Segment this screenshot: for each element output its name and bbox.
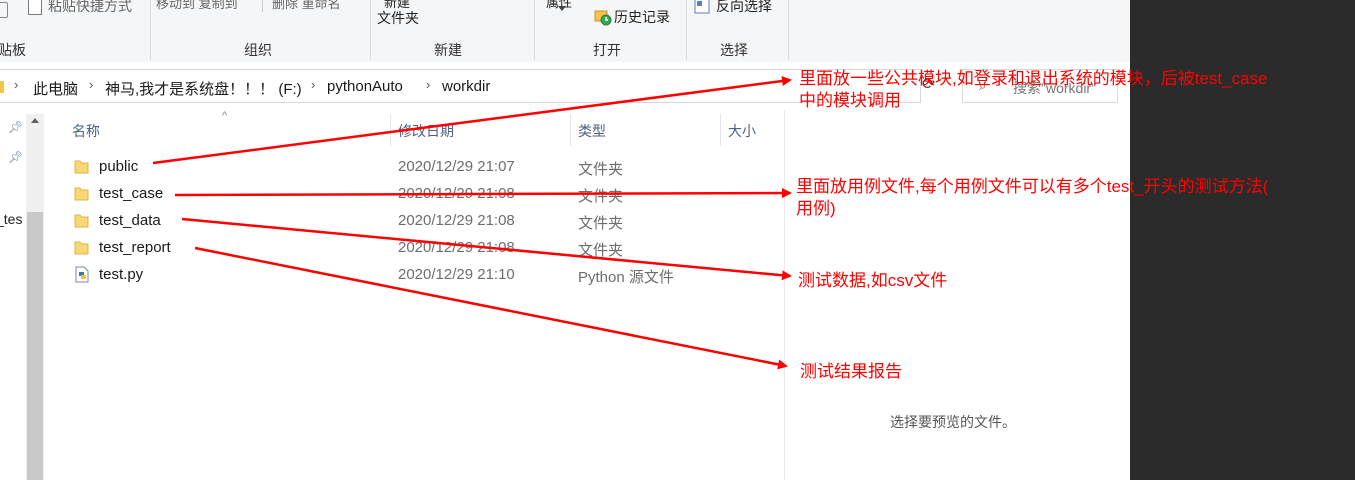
annotation-line: 中的模块调用 bbox=[799, 91, 901, 110]
annotation-line: 里面放用例文件,每个用例文件可以有多个test_开头的测试方法( bbox=[796, 177, 1269, 196]
annotation-arrow-test-case bbox=[174, 188, 792, 199]
annotation-arrow-test-data bbox=[181, 217, 792, 281]
annotation-line: 用例) bbox=[796, 199, 836, 218]
annotation-public: 里面放一些公共模块,如登录和退出系统的模块，后被test_case 中的模块调用 bbox=[799, 68, 1268, 112]
annotation-line: 测试数据,如csv文件 bbox=[798, 271, 948, 290]
annotation-line: 里面放一些公共模块,如登录和退出系统的模块，后被test_case bbox=[799, 69, 1268, 88]
annotation-test-case: 里面放用例文件,每个用例文件可以有多个test_开头的测试方法( 用例) bbox=[796, 176, 1268, 220]
annotation-test-data: 测试数据,如csv文件 bbox=[798, 270, 947, 292]
annotation-arrow-test-report bbox=[194, 246, 788, 370]
annotation-test-report: 测试结果报告 bbox=[800, 361, 902, 383]
annotation-arrow-public bbox=[152, 76, 792, 165]
annotation-line: 测试结果报告 bbox=[800, 362, 902, 381]
